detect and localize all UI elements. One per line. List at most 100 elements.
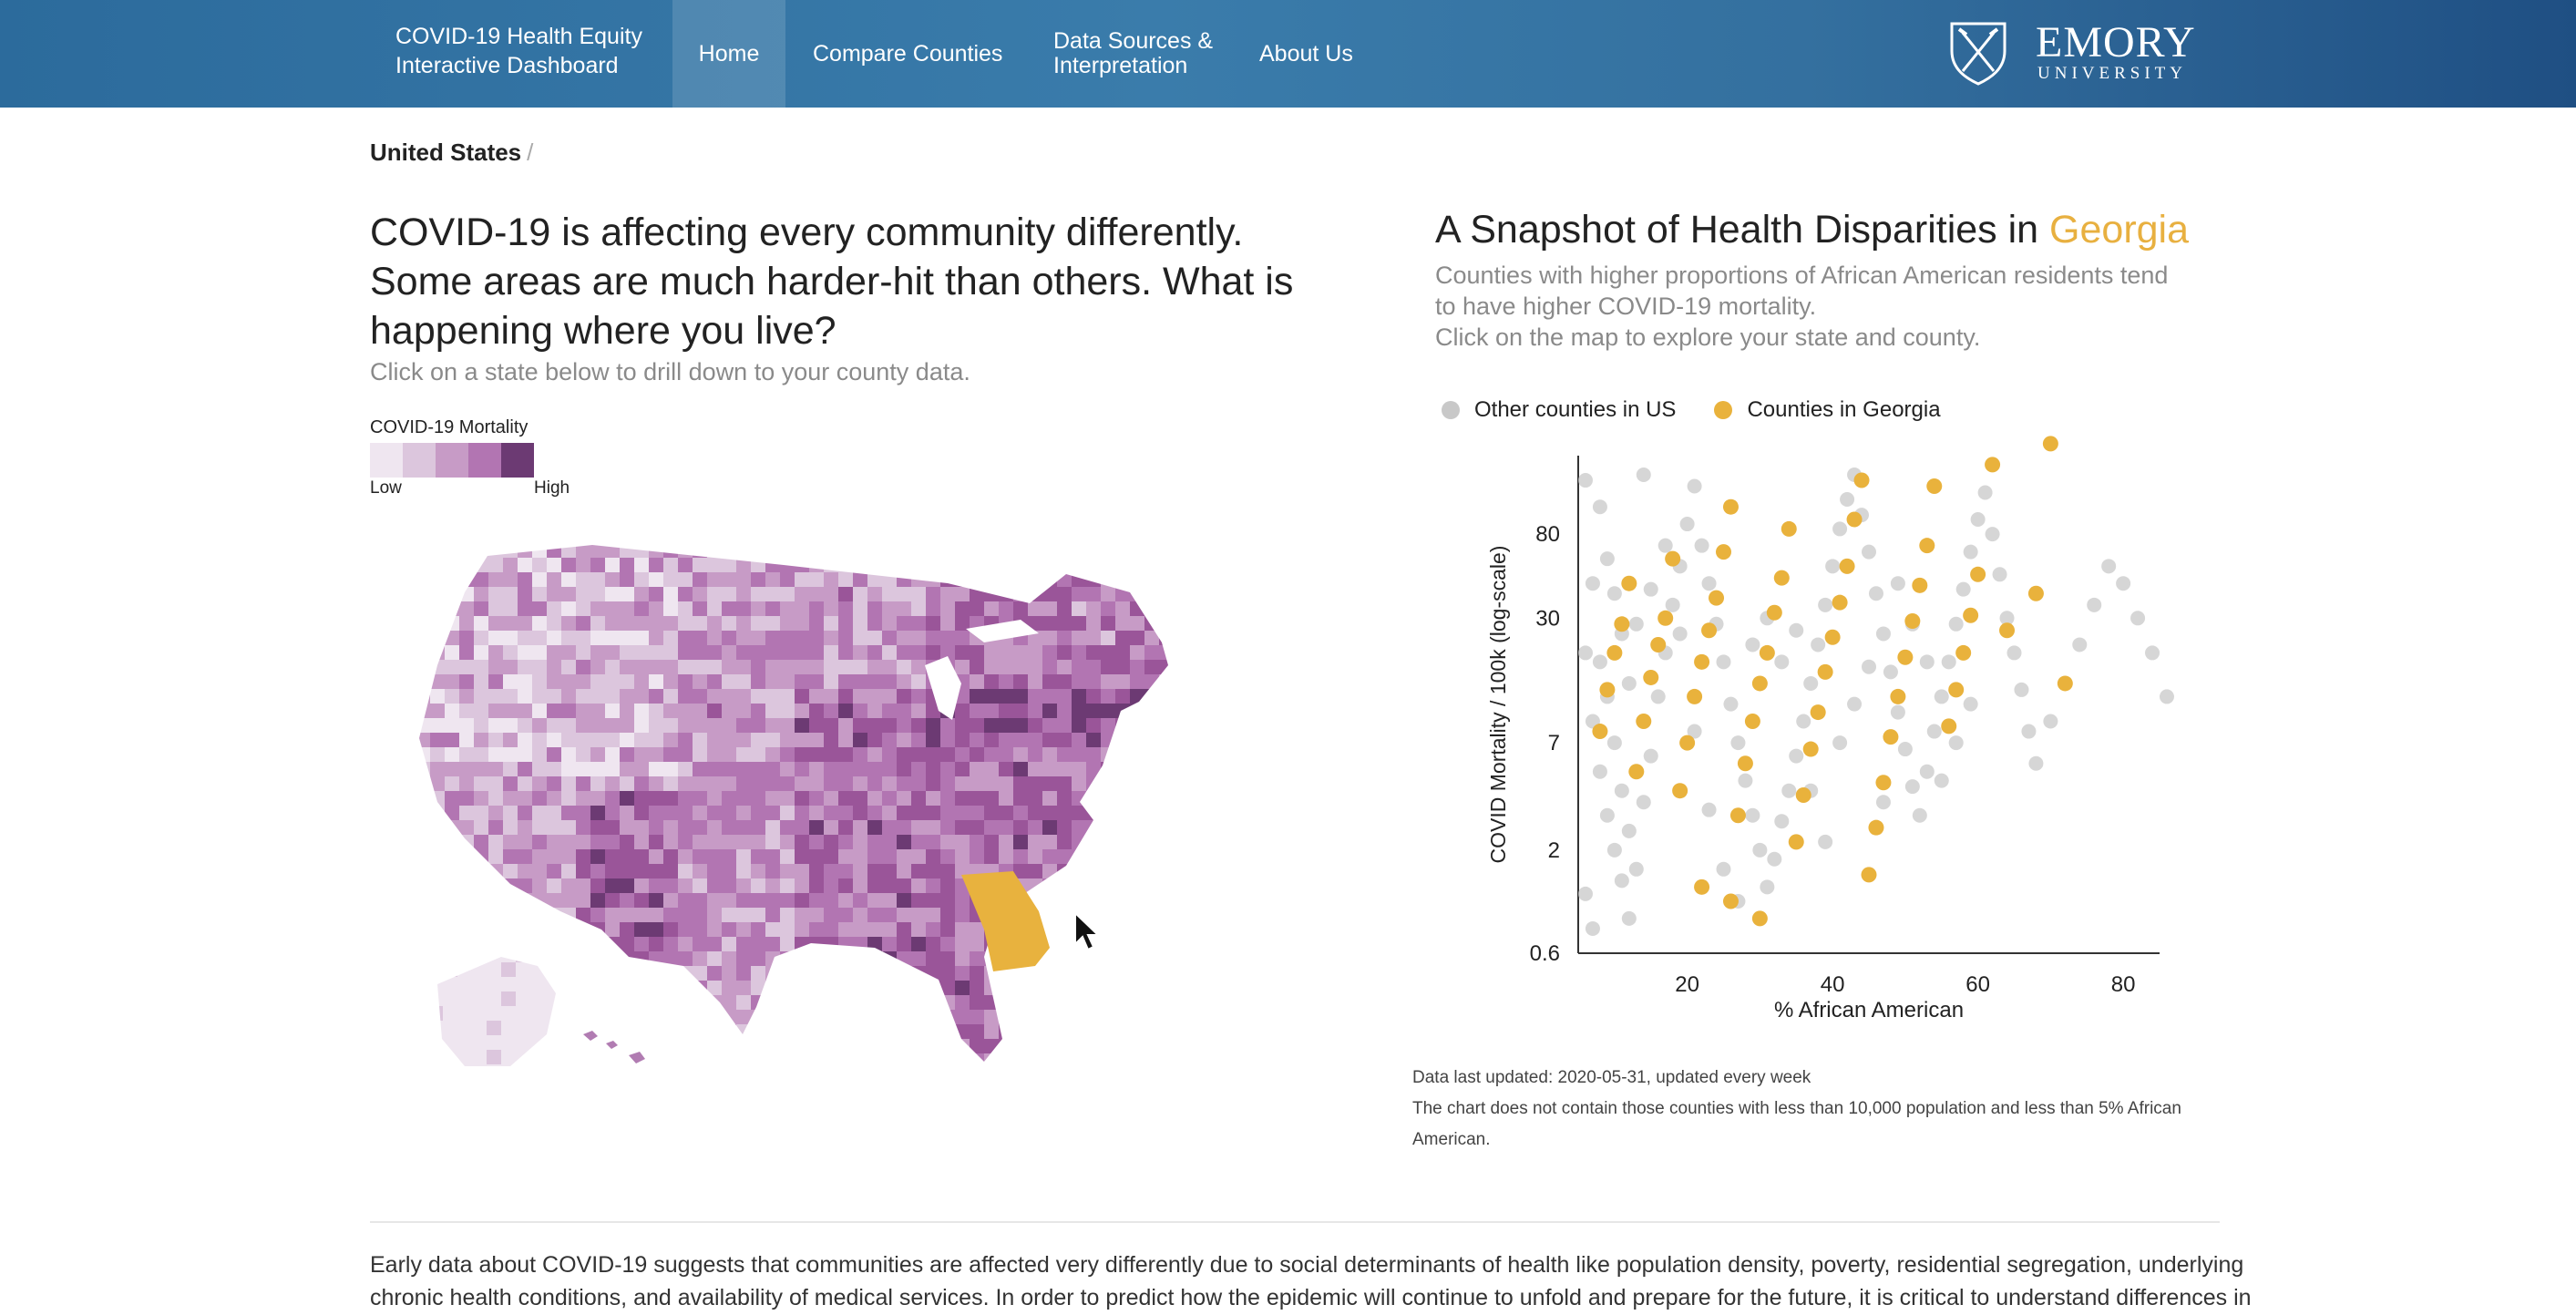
county-cell[interactable] — [430, 1083, 445, 1097]
county-cell[interactable] — [751, 689, 765, 704]
county-cell[interactable] — [1130, 1039, 1144, 1053]
county-cell[interactable] — [955, 1053, 970, 1068]
alaska-cell[interactable] — [457, 1021, 472, 1035]
county-cell[interactable] — [678, 981, 693, 995]
county-cell[interactable] — [722, 878, 736, 893]
county-cell[interactable] — [751, 864, 765, 878]
county-cell[interactable] — [795, 543, 809, 558]
county-cell[interactable] — [1086, 616, 1101, 631]
county-cell[interactable] — [693, 791, 707, 806]
county-cell[interactable] — [1086, 543, 1101, 558]
county-cell[interactable] — [488, 878, 503, 893]
county-cell[interactable] — [1101, 776, 1115, 791]
county-cell[interactable] — [940, 616, 955, 631]
county-cell[interactable] — [1042, 893, 1057, 908]
county-cell[interactable] — [1072, 966, 1086, 981]
point-other-county[interactable] — [1621, 675, 1637, 691]
scatter-svg[interactable]: 20 40 60 800.6273080% African AmericanCOVID… — [1458, 407, 2205, 1030]
county-cell[interactable] — [678, 718, 693, 733]
county-cell[interactable] — [649, 762, 663, 776]
county-cell[interactable] — [809, 660, 824, 674]
county-cell[interactable] — [1086, 704, 1101, 718]
county-cell[interactable] — [1130, 587, 1144, 601]
county-cell[interactable] — [1028, 1083, 1042, 1097]
county-cell[interactable] — [634, 1010, 649, 1024]
county-cell[interactable] — [999, 776, 1013, 791]
county-cell[interactable] — [416, 791, 430, 806]
county-cell[interactable] — [1130, 1010, 1144, 1024]
county-cell[interactable] — [1042, 966, 1057, 981]
county-cell[interactable] — [1086, 733, 1101, 747]
county-cell[interactable] — [955, 704, 970, 718]
county-cell[interactable] — [401, 1068, 416, 1083]
county-cell[interactable] — [445, 616, 459, 631]
county-cell[interactable] — [940, 747, 955, 762]
point-other-county[interactable] — [1599, 807, 1615, 823]
point-georgia-county[interactable] — [1722, 893, 1739, 909]
county-cell[interactable] — [795, 674, 809, 689]
county-cell[interactable] — [1130, 966, 1144, 981]
county-cell[interactable] — [561, 674, 576, 689]
county-cell[interactable] — [1072, 995, 1086, 1010]
county-cell[interactable] — [736, 820, 751, 835]
county-cell[interactable] — [503, 689, 518, 704]
point-other-county[interactable] — [1985, 527, 2000, 542]
alaska-cell[interactable] — [516, 1021, 530, 1035]
county-cell[interactable] — [882, 1039, 897, 1053]
county-cell[interactable] — [561, 1039, 576, 1053]
point-other-county[interactable] — [1716, 861, 1731, 877]
point-georgia-county[interactable] — [1890, 688, 1906, 704]
county-cell[interactable] — [1013, 572, 1028, 587]
county-cell[interactable] — [1072, 820, 1086, 835]
county-cell[interactable] — [416, 601, 430, 616]
county-cell[interactable] — [620, 558, 634, 572]
county-cell[interactable] — [1174, 908, 1188, 922]
point-georgia-county[interactable] — [2027, 585, 2044, 601]
county-cell[interactable] — [1115, 849, 1130, 864]
county-cell[interactable] — [1028, 835, 1042, 849]
county-cell[interactable] — [1159, 529, 1174, 543]
county-cell[interactable] — [678, 1053, 693, 1068]
county-cell[interactable] — [547, 718, 561, 733]
point-georgia-county[interactable] — [1875, 775, 1892, 791]
county-cell[interactable] — [503, 806, 518, 820]
alaska-cell[interactable] — [501, 1050, 516, 1064]
county-cell[interactable] — [853, 587, 867, 601]
county-cell[interactable] — [620, 704, 634, 718]
county-cell[interactable] — [926, 791, 940, 806]
county-cell[interactable] — [897, 878, 911, 893]
alaska-cell[interactable] — [516, 948, 530, 962]
county-cell[interactable] — [1101, 704, 1115, 718]
county-cell[interactable] — [984, 1039, 999, 1053]
county-cell[interactable] — [1130, 1053, 1144, 1068]
county-cell[interactable] — [1159, 908, 1174, 922]
county-cell[interactable] — [576, 806, 590, 820]
alaska-cell[interactable] — [545, 1050, 559, 1064]
county-cell[interactable] — [940, 558, 955, 572]
county-cell[interactable] — [838, 747, 853, 762]
point-other-county[interactable] — [1606, 842, 1622, 858]
county-cell[interactable] — [459, 704, 474, 718]
county-cell[interactable] — [678, 733, 693, 747]
county-cell[interactable] — [518, 733, 532, 747]
county-cell[interactable] — [605, 1024, 620, 1039]
county-cell[interactable] — [1042, 908, 1057, 922]
county-cell[interactable] — [1028, 791, 1042, 806]
county-cell[interactable] — [547, 631, 561, 645]
county-cell[interactable] — [1028, 820, 1042, 835]
county-cell[interactable] — [955, 937, 970, 951]
county-cell[interactable] — [824, 878, 838, 893]
county-cell[interactable] — [678, 1010, 693, 1024]
county-cell[interactable] — [838, 733, 853, 747]
county-cell[interactable] — [1144, 951, 1159, 966]
county-cell[interactable] — [736, 558, 751, 572]
county-cell[interactable] — [984, 572, 999, 587]
county-cell[interactable] — [824, 1068, 838, 1083]
county-cell[interactable] — [430, 791, 445, 806]
county-cell[interactable] — [824, 733, 838, 747]
county-cell[interactable] — [518, 791, 532, 806]
point-georgia-county[interactable] — [1897, 649, 1914, 665]
brand-title[interactable]: COVID-19 Health Equity Interactive Dashb… — [395, 22, 660, 80]
county-cell[interactable] — [459, 631, 474, 645]
county-cell[interactable] — [518, 704, 532, 718]
